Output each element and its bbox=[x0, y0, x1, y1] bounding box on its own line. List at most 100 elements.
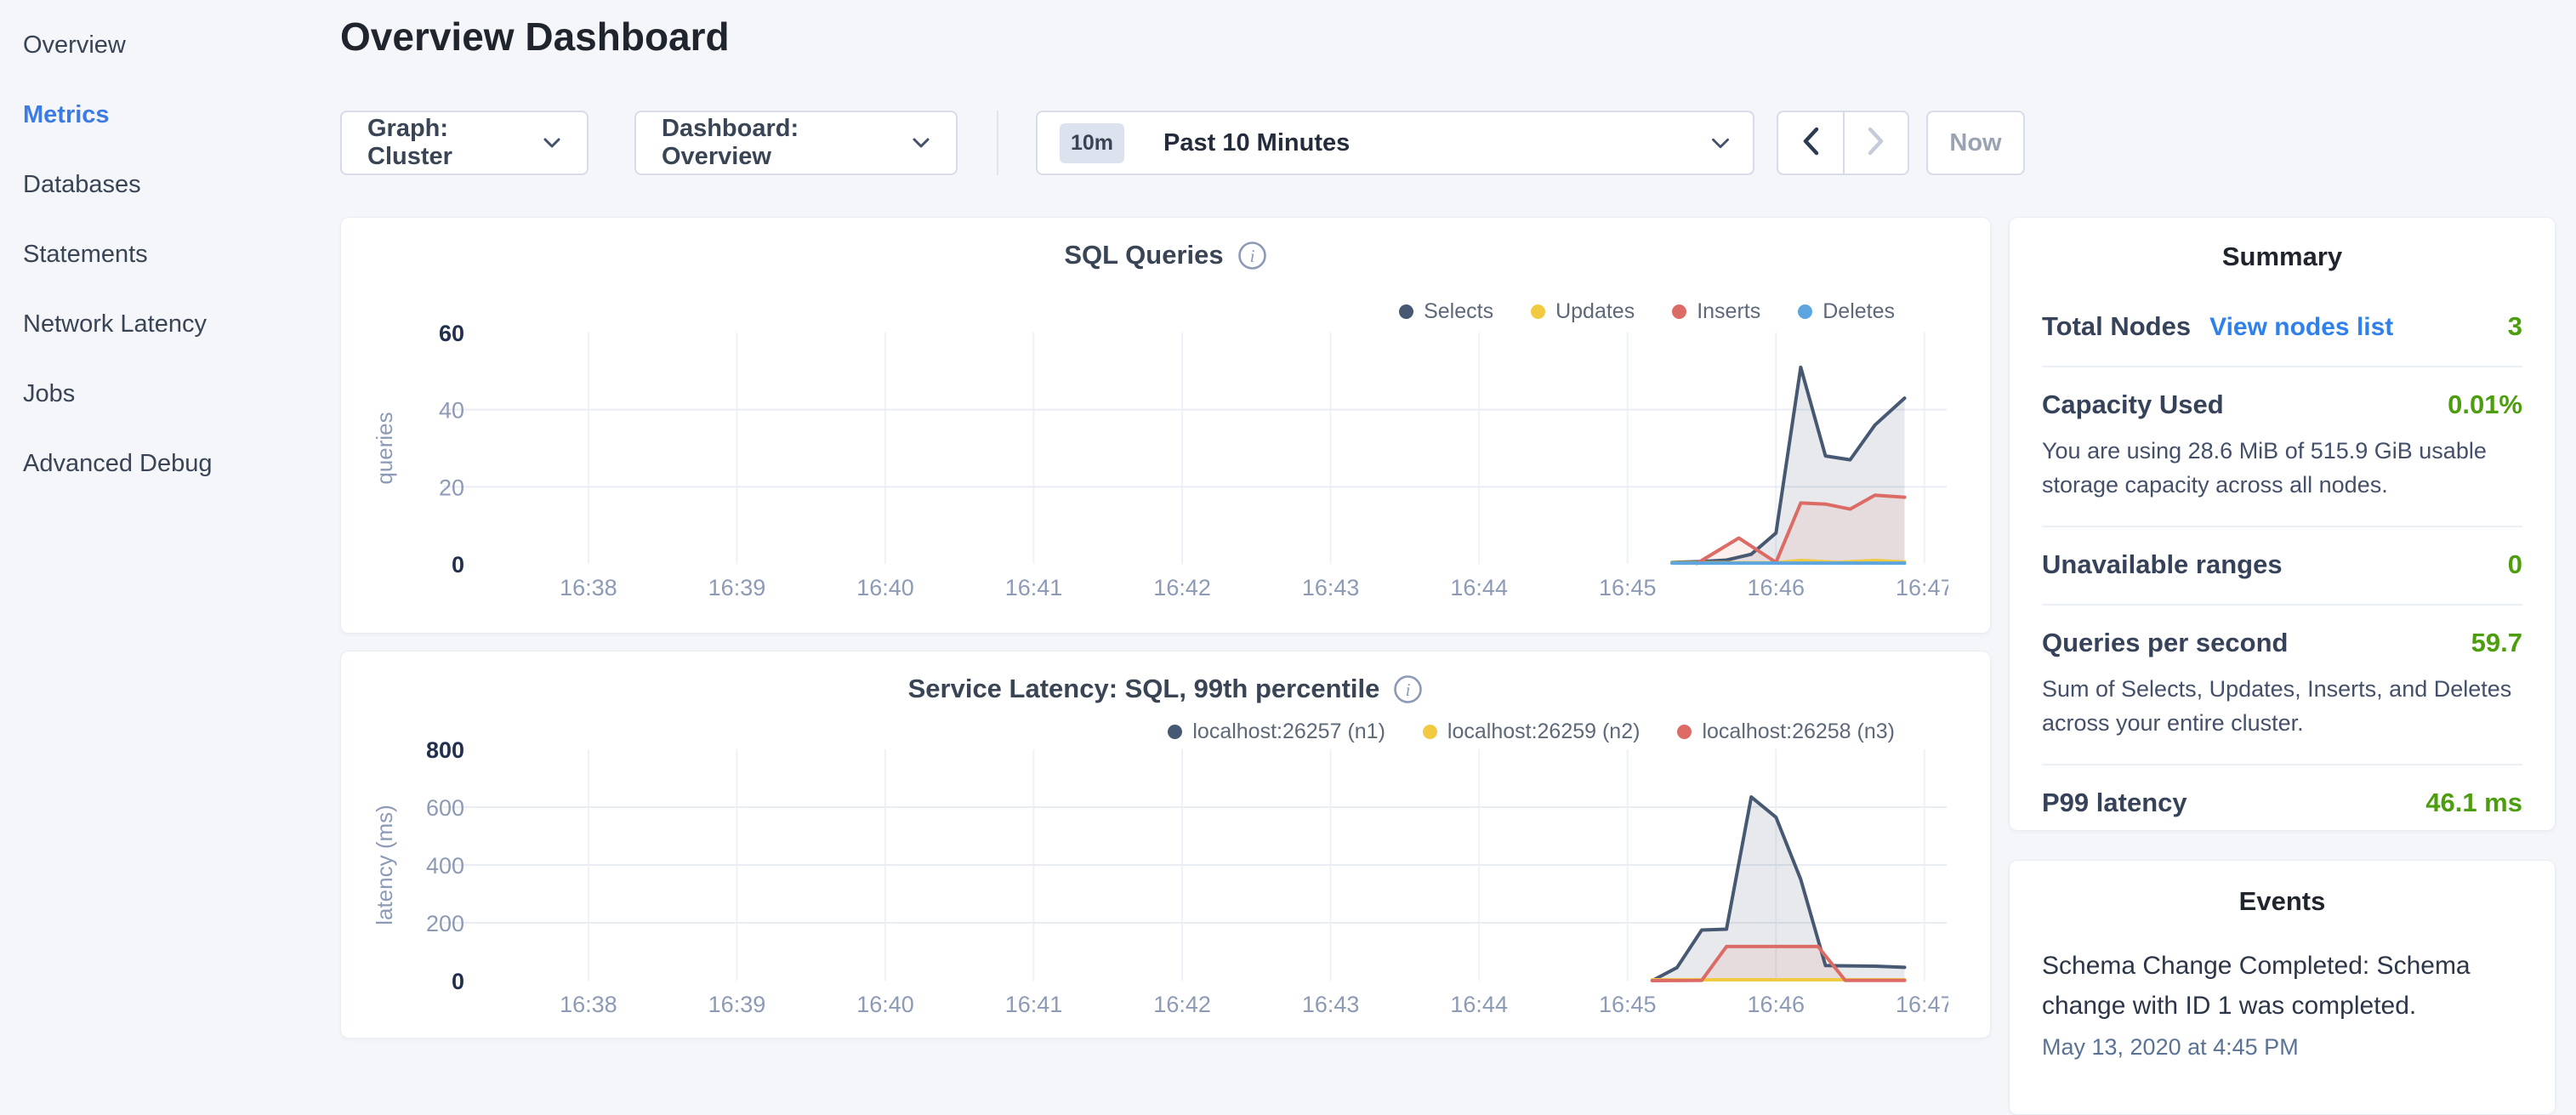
svg-text:400: 400 bbox=[426, 853, 464, 879]
sidebar-item-jobs[interactable]: Jobs bbox=[0, 359, 340, 429]
summary-metric-label: Unavailable ranges bbox=[2042, 549, 2283, 580]
dashboard-dropdown[interactable]: Dashboard: Overview bbox=[634, 111, 958, 175]
chevron-right-icon bbox=[1867, 127, 1885, 160]
summary-row-capacity-used: Capacity Used 0.01% You are using 28.6 MiB… bbox=[2042, 366, 2522, 526]
controls-divider bbox=[997, 111, 998, 175]
events-panel: Events Schema Change Completed: Schema c… bbox=[2009, 860, 2556, 1115]
summary-metric-label: Queries per second bbox=[2042, 628, 2288, 658]
svg-text:16:43: 16:43 bbox=[1302, 992, 1360, 1017]
info-icon[interactable]: i bbox=[1393, 674, 1423, 704]
view-nodes-list-link[interactable]: View nodes list bbox=[2209, 313, 2393, 342]
service-latency-chart: 0 200 400 600 800 16:38 16:39 16:40 16:41 16:42 16… bbox=[341, 737, 1948, 1030]
sidebar-item-databases[interactable]: Databases bbox=[0, 150, 340, 219]
svg-text:16:39: 16:39 bbox=[708, 575, 766, 600]
summary-row-unavailable-ranges: Unavailable ranges 0 bbox=[2042, 526, 2522, 604]
summary-row-line: Total Nodes View nodes list 3 bbox=[2042, 311, 2522, 342]
svg-text:16:40: 16:40 bbox=[856, 575, 914, 600]
sidebar-item-advanced-debug[interactable]: Advanced Debug bbox=[0, 429, 340, 498]
chart-title: Service Latency: SQL, 99th percentile bbox=[908, 674, 1380, 704]
summary-metric-label: P99 latency bbox=[2042, 788, 2187, 818]
summary-row-line: Capacity Used 0.01% bbox=[2042, 390, 2522, 420]
legend-dot-icon bbox=[1531, 304, 1545, 319]
event-timestamp: May 13, 2020 at 4:45 PM bbox=[2042, 1034, 2522, 1061]
summary-row-total-nodes: Total Nodes View nodes list 3 bbox=[2042, 289, 2522, 366]
svg-text:queries: queries bbox=[372, 412, 397, 484]
svg-text:800: 800 bbox=[426, 737, 464, 763]
legend-dot-icon bbox=[1672, 304, 1686, 319]
next-time-window-button[interactable] bbox=[1843, 112, 1908, 174]
summary-metric-label: Capacity Used bbox=[2042, 390, 2224, 420]
summary-row-line: Queries per second 59.7 bbox=[2042, 628, 2522, 658]
svg-text:60: 60 bbox=[439, 321, 464, 346]
sql-queries-chart-card: SQL Queries i SelectsUpdatesInsertsDelet… bbox=[340, 217, 1991, 634]
svg-text:16:42: 16:42 bbox=[1153, 575, 1211, 600]
svg-text:0: 0 bbox=[452, 969, 464, 994]
svg-text:16:39: 16:39 bbox=[708, 992, 766, 1017]
sidebar-item-metrics[interactable]: Metrics bbox=[0, 80, 340, 150]
svg-text:200: 200 bbox=[426, 911, 464, 936]
events-title: Events bbox=[2042, 886, 2522, 917]
svg-text:16:42: 16:42 bbox=[1153, 992, 1211, 1017]
svg-text:0: 0 bbox=[452, 552, 464, 577]
sidebar-item-statements[interactable]: Statements bbox=[0, 219, 340, 289]
chevron-down-icon bbox=[1710, 137, 1731, 150]
svg-text:16:44: 16:44 bbox=[1450, 575, 1508, 600]
previous-time-window-button[interactable] bbox=[1778, 112, 1843, 174]
svg-text:16:44: 16:44 bbox=[1450, 992, 1508, 1017]
summary-metric-description: You are using 28.6 MiB of 515.9 GiB usab… bbox=[2042, 434, 2522, 502]
legend-dot-icon bbox=[1798, 304, 1812, 319]
svg-text:latency (ms): latency (ms) bbox=[372, 805, 397, 925]
summary-metric-value: 0 bbox=[2508, 549, 2522, 580]
svg-text:16:41: 16:41 bbox=[1005, 992, 1063, 1017]
graph-scope-label: Graph: Cluster bbox=[367, 115, 526, 171]
summary-metric-label: Total Nodes bbox=[2042, 311, 2191, 342]
chevron-down-icon bbox=[543, 137, 561, 149]
now-button[interactable]: Now bbox=[1926, 111, 2025, 175]
svg-text:16:45: 16:45 bbox=[1599, 575, 1657, 600]
sidebar-item-overview[interactable]: Overview bbox=[0, 10, 340, 80]
svg-text:16:46: 16:46 bbox=[1747, 992, 1805, 1017]
sql-queries-chart: 0 20 40 60 16:38 16:39 16:40 16:41 16:42 16:43 16:… bbox=[341, 320, 1948, 613]
chevron-left-icon bbox=[1801, 127, 1820, 160]
dashboard-controls: Graph: Cluster Dashboard: Overview 10m P… bbox=[340, 111, 2025, 175]
svg-text:600: 600 bbox=[426, 795, 464, 821]
svg-text:i: i bbox=[1406, 680, 1411, 700]
chart-title: SQL Queries bbox=[1064, 240, 1223, 270]
svg-text:i: i bbox=[1249, 246, 1254, 266]
sidebar-nav: OverviewMetricsDatabasesStatementsNetwor… bbox=[0, 0, 340, 498]
summary-metric-description: Sum of Selects, Updates, Inserts, and De… bbox=[2042, 672, 2522, 740]
dashboard-dropdown-label: Dashboard: Overview bbox=[662, 115, 895, 171]
summary-row-p99-latency: P99 latency 46.1 ms bbox=[2042, 764, 2522, 842]
time-range-label: Past 10 Minutes bbox=[1163, 129, 1350, 157]
summary-row-line: P99 latency 46.1 ms bbox=[2042, 788, 2522, 818]
chevron-down-icon bbox=[912, 137, 930, 149]
svg-text:20: 20 bbox=[439, 475, 464, 500]
page-title: Overview Dashboard bbox=[340, 14, 730, 60]
summary-metric-value: 3 bbox=[2508, 311, 2522, 342]
svg-text:16:40: 16:40 bbox=[856, 992, 914, 1017]
svg-text:16:38: 16:38 bbox=[560, 992, 617, 1017]
summary-metric-value: 0.01% bbox=[2448, 390, 2522, 420]
svg-text:16:38: 16:38 bbox=[560, 575, 617, 600]
svg-text:16:47: 16:47 bbox=[1896, 992, 1948, 1017]
info-icon[interactable]: i bbox=[1237, 241, 1267, 270]
svg-text:16:41: 16:41 bbox=[1005, 575, 1063, 600]
graph-scope-dropdown[interactable]: Graph: Cluster bbox=[340, 111, 589, 175]
event-list-item: Schema Change Completed: Schema change w… bbox=[2042, 946, 2522, 1061]
svg-text:16:43: 16:43 bbox=[1302, 575, 1360, 600]
summary-metric-value: 59.7 bbox=[2471, 628, 2522, 658]
summary-metric-value: 46.1 ms bbox=[2425, 788, 2522, 818]
service-latency-chart-card: Service Latency: SQL, 99th percentile i … bbox=[340, 651, 1991, 1038]
time-range-selector[interactable]: 10m Past 10 Minutes bbox=[1036, 111, 1754, 175]
time-step-buttons bbox=[1777, 111, 1909, 175]
sidebar-item-network-latency[interactable]: Network Latency bbox=[0, 289, 340, 359]
legend-dot-icon bbox=[1399, 304, 1413, 319]
svg-text:40: 40 bbox=[439, 398, 464, 424]
summary-row-line: Unavailable ranges 0 bbox=[2042, 549, 2522, 580]
event-message: Schema Change Completed: Schema change w… bbox=[2042, 946, 2522, 1026]
svg-text:16:46: 16:46 bbox=[1747, 575, 1805, 600]
svg-text:16:45: 16:45 bbox=[1599, 992, 1657, 1017]
summary-row-queries-per-second: Queries per second 59.7 Sum of Selects, Up… bbox=[2042, 604, 2522, 764]
svg-text:16:47: 16:47 bbox=[1896, 575, 1948, 600]
summary-panel: Summary Total NodesView nodes list3Capac… bbox=[2009, 217, 2556, 831]
